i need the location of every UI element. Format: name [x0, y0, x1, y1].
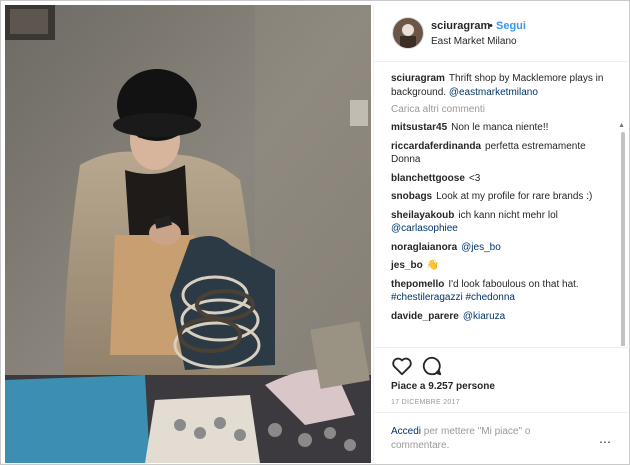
- header-separator: •: [489, 20, 493, 32]
- comment-text: ich kann nicht mehr lol: [458, 209, 558, 221]
- comment-text: I'd look faboulous on that hat.: [448, 278, 579, 290]
- comment-tag[interactable]: #chestileragazzi #chedonna: [391, 292, 515, 303]
- post-actions: Piace a 9.257 persone 17 DICEMBRE 2017: [374, 347, 628, 408]
- comment-list: sciuragram Thrift shop by Macklemore play…: [391, 72, 613, 328]
- comment-text: <3: [468, 172, 481, 184]
- heart-outline-icon[interactable]: [391, 355, 413, 377]
- avatar[interactable]: [392, 17, 424, 49]
- comment-row: noraglaianora @jes_bo: [391, 241, 613, 255]
- comment-text: 👋: [426, 260, 440, 271]
- comment-username[interactable]: thepomello: [391, 279, 444, 290]
- post-frame: sciuragram • Segui East Market Milano sc…: [0, 0, 630, 465]
- market-photo-illustration: [5, 5, 371, 463]
- caption-tag[interactable]: @eastmarketmilano: [449, 87, 538, 98]
- post-date: 17 DICEMBRE 2017: [391, 399, 460, 406]
- comment-row: riccardaferdinanda perfetta estremamente …: [391, 140, 613, 167]
- comment-row: sheilayakoub ich kann nicht mehr lol @car…: [391, 209, 613, 236]
- comment-row: blanchettgoose <3: [391, 172, 613, 186]
- comment-username[interactable]: sheilayakoub: [391, 210, 454, 221]
- comment-row: davide_parere @kiaruza: [391, 310, 613, 324]
- caption: sciuragram Thrift shop by Macklemore play…: [391, 72, 613, 99]
- comment-text: Non le manca niente!!: [451, 122, 549, 133]
- header-username[interactable]: sciuragram: [431, 20, 490, 32]
- comment-row: jes_bo 👋: [391, 259, 613, 273]
- comment-tag[interactable]: @carlasophiee: [391, 223, 458, 234]
- caption-username[interactable]: sciuragram: [391, 73, 445, 84]
- scrollbar-thumb[interactable]: [621, 132, 625, 346]
- login-link[interactable]: Accedi: [391, 426, 421, 437]
- comment-username[interactable]: mitsustar45: [391, 122, 447, 133]
- comment-bubble-icon[interactable]: [421, 355, 443, 377]
- post-photo[interactable]: [5, 5, 371, 463]
- login-prompt: Accedi per mettere "Mi piace" o commenta…: [374, 412, 628, 464]
- comment-username[interactable]: davide_parere: [391, 311, 459, 322]
- location-link[interactable]: East Market Milano: [431, 36, 517, 47]
- login-text: Accedi per mettere "Mi piace" o commenta…: [391, 425, 591, 453]
- comment-username[interactable]: riccardaferdinanda: [391, 141, 481, 152]
- comment-row: snobags Look at my profile for rare brand…: [391, 190, 613, 204]
- follow-button[interactable]: Segui: [496, 20, 526, 32]
- comments-section: sciuragram Thrift shop by Macklemore play…: [374, 62, 628, 346]
- comment-row: thepomello I'd look faboulous on that hat…: [391, 278, 613, 305]
- comments-scrollbar[interactable]: [620, 132, 626, 346]
- comment-tag[interactable]: @kiaruza: [463, 311, 505, 322]
- comment-username[interactable]: blanchettgoose: [391, 173, 465, 184]
- more-options-icon[interactable]: ⋯: [599, 435, 612, 449]
- post-header: sciuragram • Segui East Market Milano: [374, 5, 628, 62]
- load-more-comments-button[interactable]: Carica altri commenti: [391, 104, 613, 115]
- comment-row: mitsustar45 Non le manca niente!!: [391, 121, 613, 135]
- comment-username[interactable]: snobags: [391, 191, 432, 202]
- scroll-up-arrow-icon[interactable]: ▲: [618, 122, 625, 129]
- comment-username[interactable]: noraglaianora: [391, 242, 457, 253]
- comment-tag[interactable]: @jes_bo: [461, 242, 501, 253]
- avatar-image: [393, 18, 423, 48]
- post-side-panel: sciuragram • Segui East Market Milano sc…: [373, 5, 628, 463]
- comment-username[interactable]: jes_bo: [391, 260, 423, 271]
- comment-text: Look at my profile for rare brands :): [436, 191, 593, 202]
- likes-count[interactable]: Piace a 9.257 persone: [391, 381, 495, 392]
